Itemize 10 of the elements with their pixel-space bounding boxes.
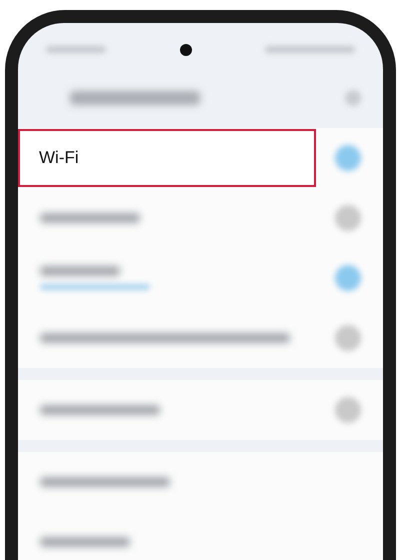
camera-icon (180, 44, 192, 56)
blurred-toggle[interactable] (335, 265, 361, 291)
blurred-toggle[interactable] (335, 145, 361, 171)
blurred-toggle[interactable] (335, 397, 361, 423)
blurred-toggle[interactable] (335, 205, 361, 231)
blurred-status-icon (265, 46, 355, 53)
wifi-label[interactable]: Wi-Fi (18, 129, 316, 187)
blurred-status-text (46, 46, 106, 53)
blurred-search-icon[interactable] (345, 90, 361, 106)
blurred-toggle[interactable] (335, 325, 361, 351)
